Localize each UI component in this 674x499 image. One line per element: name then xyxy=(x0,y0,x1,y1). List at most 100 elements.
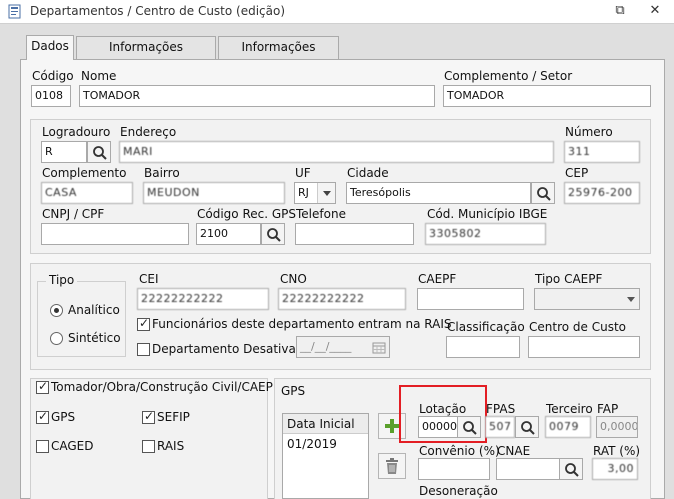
sefip-label: SEFIP xyxy=(157,410,190,424)
classificacao-input[interactable] xyxy=(446,336,520,358)
tipo-label: Tipo xyxy=(46,273,78,287)
caged-checkbox[interactable] xyxy=(36,440,49,453)
terceiro-input[interactable]: 0079 xyxy=(545,416,591,438)
search-icon xyxy=(267,228,281,242)
classificacao-label: Classificação xyxy=(447,320,525,334)
tipo-caepf-label: Tipo CAEPF xyxy=(535,272,603,286)
bairro-label: Bairro xyxy=(144,166,180,180)
search-icon xyxy=(537,187,551,201)
restore-button[interactable]: ⧉ xyxy=(608,2,632,20)
cod-municipio-label: Cód. Município IBGE xyxy=(427,207,548,221)
table-row[interactable]: 01/2019 xyxy=(283,435,368,454)
nome-input[interactable]: TOMADOR xyxy=(79,85,435,107)
endereco-label: Endereço xyxy=(120,125,177,139)
caepf-label: CAEPF xyxy=(418,272,457,286)
uf-select[interactable]: RJ xyxy=(294,182,336,204)
centro-custo-label: Centro de Custo xyxy=(529,320,626,334)
codigo-label: Código xyxy=(32,69,74,83)
sintetico-radio[interactable] xyxy=(50,332,63,345)
fap-input: 0,0000 xyxy=(596,416,638,438)
sintetico-label: Sintético xyxy=(68,331,121,345)
search-icon xyxy=(521,421,535,435)
desativado-date-input[interactable]: __/__/____ xyxy=(296,336,390,358)
uf-dropdown-button[interactable] xyxy=(317,183,335,203)
codigo-input[interactable]: 0108 xyxy=(31,85,71,107)
tab-informacoes-esocial[interactable]: Informações eSocial xyxy=(218,36,339,75)
search-icon xyxy=(565,463,579,477)
tipo-group xyxy=(37,281,126,357)
cod-rec-gps-search-button[interactable] xyxy=(261,223,285,245)
window-app-icon xyxy=(8,4,21,19)
window-title: Departamentos / Centro de Custo (edição) xyxy=(30,4,286,18)
rat-input[interactable]: 3,00 xyxy=(592,458,638,480)
fpas-input[interactable]: 507 xyxy=(485,416,515,438)
centro-custo-input[interactable] xyxy=(528,336,640,358)
chevron-down-icon xyxy=(323,191,331,196)
cod-rec-gps-input[interactable]: 2100 xyxy=(196,223,261,245)
title-bar: Departamentos / Centro de Custo (edição)… xyxy=(0,0,674,24)
cno-label: CNO xyxy=(280,272,307,286)
convenio-input[interactable] xyxy=(418,458,490,480)
departamento-desativado-checkbox[interactable] xyxy=(137,343,150,356)
data-inicial-header: Data Inicial xyxy=(287,417,355,431)
fpas-search-button[interactable] xyxy=(515,416,539,438)
fap-label: FAP xyxy=(597,402,619,416)
numero-input[interactable]: 311 xyxy=(564,141,640,163)
analitico-label: Analítico xyxy=(68,303,120,317)
analitico-radio[interactable] xyxy=(50,304,63,317)
calendar-icon[interactable] xyxy=(372,341,386,354)
endereco-input[interactable]: MARI xyxy=(119,141,554,163)
lotacao-highlight-box xyxy=(399,385,487,443)
cnpj-input[interactable] xyxy=(41,223,189,245)
bairro-input[interactable]: MEUDON xyxy=(143,182,285,204)
cei-input[interactable]: 22222222222 xyxy=(137,288,269,310)
chevron-down-icon xyxy=(627,297,635,302)
delete-button[interactable] xyxy=(378,453,406,479)
cnae-search-button[interactable] xyxy=(559,458,583,480)
cno-input[interactable]: 22222222222 xyxy=(278,288,406,310)
logradouro-search-button[interactable] xyxy=(87,141,111,163)
tomador-obra-label: Tomador/Obra/Construção Civil/CAEPF xyxy=(51,380,280,394)
sefip-checkbox[interactable] xyxy=(142,409,155,424)
telefone-input[interactable] xyxy=(295,223,414,245)
caged-label: CAGED xyxy=(51,439,94,453)
cei-label: CEI xyxy=(139,272,159,286)
gps-checkbox[interactable] xyxy=(36,409,49,424)
close-button[interactable]: ✕ xyxy=(643,2,667,20)
nome-label: Nome xyxy=(81,69,117,83)
rais-departamento-checkbox[interactable] xyxy=(137,316,150,331)
cnpj-label: CNPJ / CPF xyxy=(42,207,105,221)
grid-header: Data Inicial xyxy=(283,414,368,434)
cnae-input[interactable] xyxy=(496,458,560,480)
cod-municipio-input[interactable]: 3305802 xyxy=(425,223,546,245)
cep-input[interactable]: 25976-200 xyxy=(564,182,640,204)
trash-icon xyxy=(386,458,398,474)
complemento-input[interactable]: CASA xyxy=(41,182,133,204)
tab-dados[interactable]: Dados xyxy=(26,35,74,60)
rais-checkbox[interactable] xyxy=(142,440,155,453)
uf-value: RJ xyxy=(298,186,309,199)
cidade-label: Cidade xyxy=(347,166,389,180)
fpas-label: FPAS xyxy=(486,402,516,416)
cidade-input[interactable]: Teresópolis xyxy=(346,182,531,204)
logradouro-label: Logradouro xyxy=(42,125,111,139)
tomador-obra-checkbox[interactable] xyxy=(36,379,49,394)
tipo-caepf-select[interactable] xyxy=(534,288,640,310)
data-inicial-cell: 01/2019 xyxy=(287,437,337,451)
plus-icon xyxy=(385,419,399,433)
rais-label: RAIS xyxy=(157,439,185,453)
cnae-label: CNAE xyxy=(497,444,531,458)
caepf-input[interactable] xyxy=(417,288,524,310)
departamento-desativado-label: Departamento Desativado xyxy=(152,342,311,356)
gps-check-label: GPS xyxy=(51,410,76,424)
tab-informacoes-adicionais[interactable]: Informações Adicionais xyxy=(76,36,216,75)
logradouro-input[interactable]: R xyxy=(41,141,87,163)
complemento-label: Complemento xyxy=(42,166,127,180)
telefone-label: Telefone xyxy=(296,207,346,221)
cidade-search-button[interactable] xyxy=(531,182,555,204)
cod-rec-gps-label: Código Rec. GPS xyxy=(197,207,297,221)
numero-label: Número xyxy=(565,125,613,139)
date-placeholder: __/__/____ xyxy=(300,340,352,353)
gps-group-label: GPS xyxy=(281,384,306,398)
complemento-setor-input[interactable]: TOMADOR xyxy=(443,85,651,107)
